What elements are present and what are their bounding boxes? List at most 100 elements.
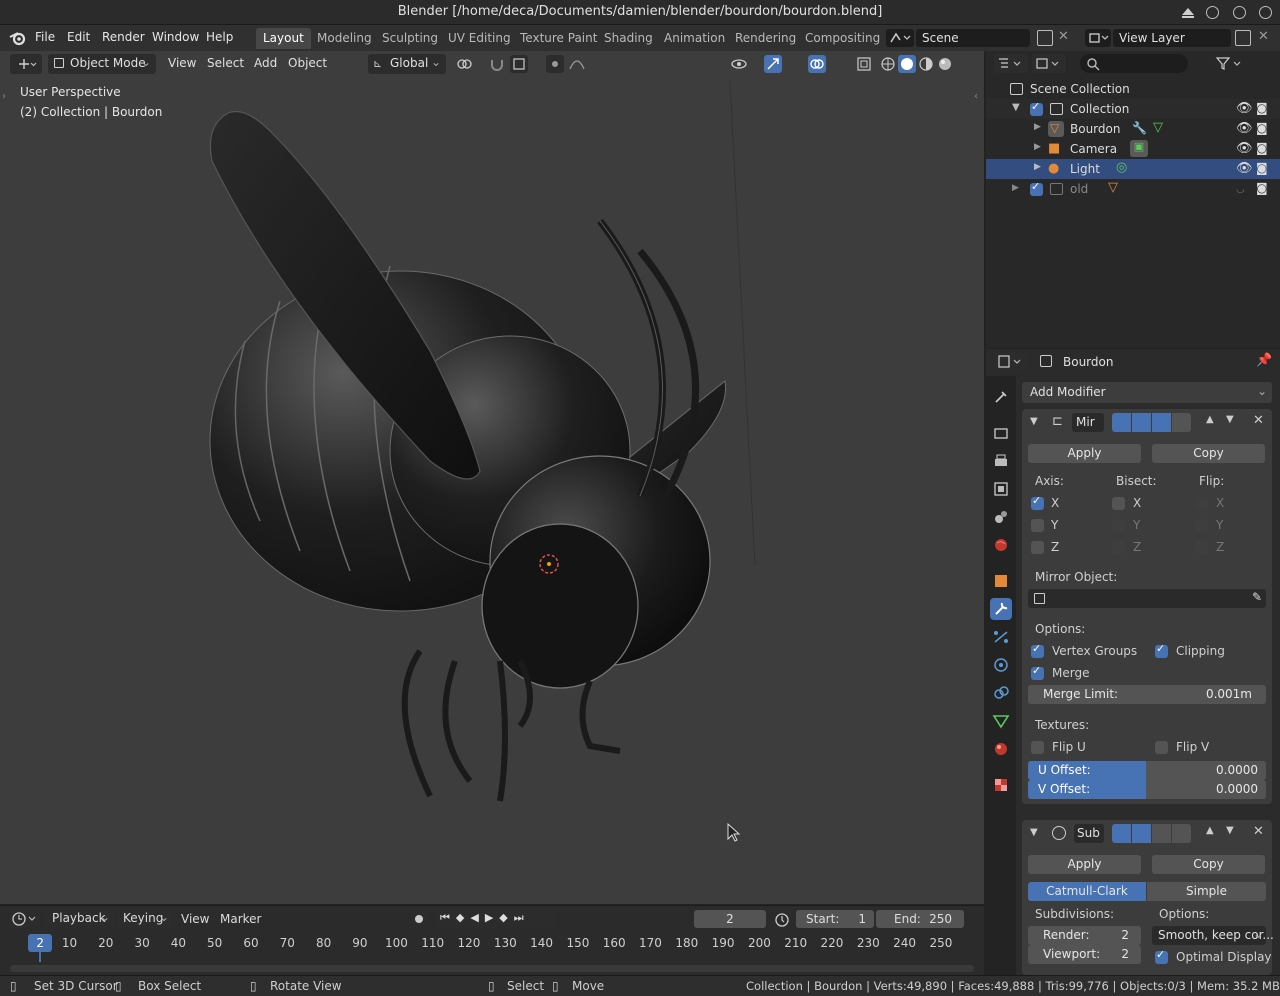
- scene-tab-icon[interactable]: [990, 506, 1012, 528]
- menu-help[interactable]: Help: [206, 30, 233, 44]
- output-tab-icon[interactable]: [990, 450, 1012, 472]
- add-modifier-dropdown[interactable]: Add Modifier ⌄: [1022, 382, 1272, 403]
- view-layer-icon[interactable]: [1085, 29, 1111, 47]
- light-data-icon[interactable]: ◎: [1116, 160, 1127, 175]
- menu-object[interactable]: Object: [282, 54, 333, 74]
- outliner-editor-type-icon[interactable]: [994, 54, 1028, 73]
- frame-ruler[interactable]: 2 10 20 30 40 50 60 70 80 90 100 110 120 130 140 150 160…: [0, 932, 984, 954]
- timeline-view-menu[interactable]: View: [181, 912, 209, 926]
- timeline-editor-type-icon[interactable]: [10, 909, 40, 928]
- tab-rendering[interactable]: Rendering: [728, 28, 803, 49]
- wrench-modifier-icon[interactable]: 🔧: [1132, 121, 1147, 135]
- blender-logo-icon[interactable]: [9, 30, 27, 46]
- material-tab-icon[interactable]: [990, 738, 1012, 760]
- cage-toggle-icon[interactable]: [1172, 824, 1191, 843]
- new-view-layer-icon[interactable]: [1235, 30, 1251, 46]
- flip-y-checkbox[interactable]: [1195, 519, 1208, 532]
- viewport-toggle-icon[interactable]: [1132, 824, 1151, 843]
- catmull-clark-button[interactable]: Catmull-Clark: [1028, 882, 1146, 901]
- outliner-row-old[interactable]: ▶ old ▽ ◡ ◙: [986, 179, 1280, 199]
- viewport-toggle-icon[interactable]: [1132, 413, 1151, 432]
- sidebar-expand-icon[interactable]: ‹: [974, 91, 978, 102]
- move-down-icon[interactable]: ▼: [1226, 414, 1234, 425]
- render-levels-field[interactable]: Render: 2: [1028, 926, 1141, 945]
- mirror-apply-button[interactable]: Apply: [1028, 444, 1141, 463]
- restore-icon[interactable]: [1206, 6, 1219, 19]
- modifier-tab-icon[interactable]: [990, 598, 1012, 620]
- playback-menu[interactable]: Playback ⌄: [46, 909, 114, 929]
- properties-editor-type-icon[interactable]: [994, 352, 1028, 371]
- current-frame-field[interactable]: 2: [694, 910, 766, 928]
- tab-texture-paint[interactable]: Texture Paint: [513, 28, 604, 49]
- simple-button[interactable]: Simple: [1147, 882, 1266, 901]
- subsurf-apply-button[interactable]: Apply: [1028, 855, 1141, 874]
- maximize-icon[interactable]: [1233, 6, 1246, 19]
- keying-menu[interactable]: Keying ⌄: [117, 909, 173, 929]
- snap-icon[interactable]: [488, 55, 506, 73]
- xray-icon[interactable]: [855, 55, 873, 73]
- render-toggle-icon[interactable]: [1112, 413, 1131, 432]
- timeline-scrollbar[interactable]: [10, 965, 974, 972]
- solid-shading-icon[interactable]: [898, 55, 916, 73]
- editmode-toggle-icon[interactable]: [1152, 824, 1171, 843]
- bisect-y-checkbox[interactable]: [1112, 519, 1125, 532]
- end-frame-field[interactable]: End: 250: [876, 910, 964, 928]
- collapse-triangle-icon[interactable]: ▼: [1030, 827, 1038, 838]
- bisect-x-checkbox[interactable]: [1112, 497, 1125, 510]
- eye-icon[interactable]: 👁: [1236, 161, 1253, 176]
- eye-closed-icon[interactable]: ◡: [1236, 184, 1245, 195]
- outliner-row-bourdon[interactable]: ▶ ▽ Bourdon 🔧 ▽ 👁 ◙: [986, 119, 1280, 139]
- world-tab-icon[interactable]: [990, 534, 1012, 556]
- mode-selector[interactable]: Object Mode ⌄: [48, 54, 156, 74]
- tab-shading[interactable]: Shading: [597, 28, 660, 49]
- axis-z-checkbox[interactable]: [1031, 541, 1044, 554]
- merge-checkbox[interactable]: [1031, 664, 1044, 680]
- flip-z-checkbox[interactable]: [1195, 541, 1208, 554]
- physics-tab-icon[interactable]: [990, 654, 1012, 676]
- playback-controls[interactable]: ⏮◆◀▶◆⏭: [436, 909, 556, 928]
- expand-triangle-icon[interactable]: ▶: [1034, 162, 1041, 172]
- filter-icon[interactable]: [1214, 54, 1248, 73]
- menu-view[interactable]: View: [162, 54, 202, 74]
- gizmo-icon[interactable]: [764, 55, 782, 73]
- eye-icon[interactable]: 👁: [1236, 121, 1253, 136]
- render-toggle-icon[interactable]: [1112, 824, 1131, 843]
- subsurf-copy-button[interactable]: Copy: [1152, 855, 1265, 874]
- uv-smooth-dropdown[interactable]: Smooth, keep cor... ⌄: [1152, 926, 1274, 945]
- collapse-triangle-icon[interactable]: ▼: [1030, 416, 1038, 427]
- vertex-groups-checkbox[interactable]: [1031, 642, 1044, 658]
- merge-limit-field[interactable]: Merge Limit: 0.001m: [1028, 685, 1266, 704]
- u-offset-slider[interactable]: U Offset: 0.0000: [1028, 761, 1266, 780]
- editmode-toggle-icon[interactable]: [1152, 413, 1171, 432]
- particles-tab-icon[interactable]: [990, 626, 1012, 648]
- cage-toggle-icon[interactable]: [1172, 413, 1191, 432]
- axis-x-checkbox[interactable]: [1031, 494, 1044, 510]
- tab-sculpting[interactable]: Sculpting: [375, 28, 445, 49]
- menu-select[interactable]: Select: [201, 54, 250, 74]
- outliner-row-scene-collection[interactable]: Scene Collection: [986, 79, 1280, 99]
- outliner-search-input[interactable]: [1080, 54, 1188, 73]
- move-up-icon[interactable]: ▲: [1206, 825, 1214, 836]
- texture-tab-icon[interactable]: [990, 774, 1012, 796]
- tab-compositing[interactable]: Compositing: [798, 28, 887, 49]
- exclude-checkbox[interactable]: [1030, 180, 1043, 196]
- v-offset-slider[interactable]: V Offset: 0.0000: [1028, 780, 1266, 799]
- orientation-selector[interactable]: ⊾ Global ⌄: [368, 54, 446, 74]
- flip-x-checkbox[interactable]: [1195, 497, 1208, 510]
- expand-triangle-icon[interactable]: ▼: [1012, 102, 1020, 113]
- record-icon[interactable]: [410, 910, 428, 928]
- start-frame-field[interactable]: Start: 1: [796, 910, 874, 928]
- camera-render-icon[interactable]: ◙: [1256, 101, 1268, 115]
- toolbar-expand-icon[interactable]: ›: [2, 91, 6, 102]
- view-layer-tab-icon[interactable]: [990, 478, 1012, 500]
- data-tab-icon[interactable]: [990, 710, 1012, 732]
- mirror-name-field[interactable]: Mir: [1072, 413, 1104, 432]
- minimize-icon[interactable]: [1182, 8, 1194, 15]
- mirror-copy-button[interactable]: Copy: [1152, 444, 1265, 463]
- stopwatch-icon[interactable]: [774, 911, 790, 927]
- overlays-icon[interactable]: [808, 55, 826, 73]
- tab-layout[interactable]: Layout: [256, 28, 311, 49]
- mirror-object-field[interactable]: ✎: [1028, 589, 1266, 608]
- proportional-edit-icon[interactable]: [546, 55, 564, 73]
- delete-view-layer-icon[interactable]: ✕: [1258, 29, 1269, 44]
